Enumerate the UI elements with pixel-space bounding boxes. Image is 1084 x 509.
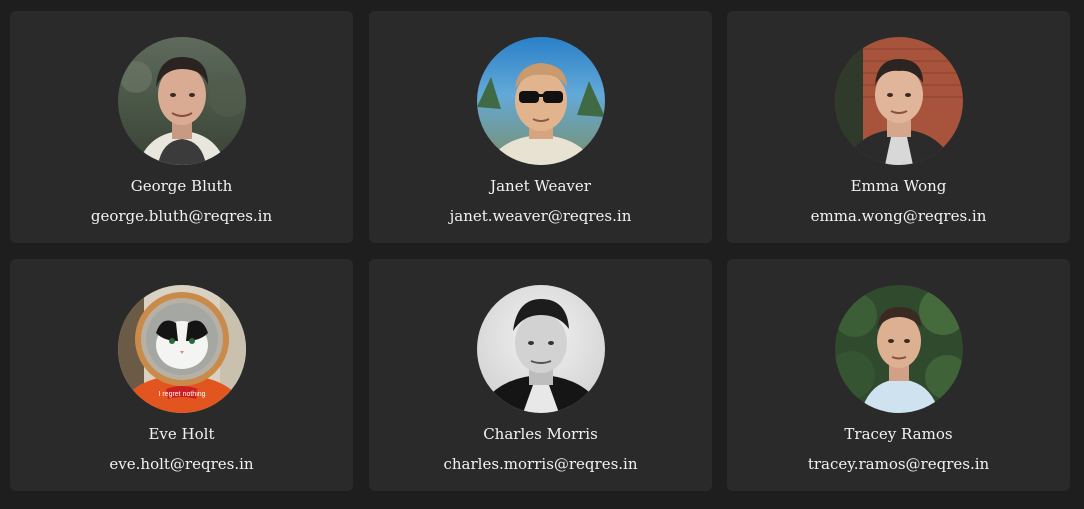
avatar — [117, 37, 246, 165]
user-card[interactable]: Emma Wong emma.wong@reqres.in — [727, 11, 1070, 243]
user-email[interactable]: george.bluth@reqres.in — [91, 207, 272, 225]
avatar — [476, 285, 605, 413]
user-email[interactable]: charles.morris@reqres.in — [443, 455, 637, 473]
user-card[interactable]: Tracey Ramos tracey.ramos@reqres.in — [727, 259, 1070, 491]
user-name: Eve Holt — [148, 425, 215, 443]
user-email[interactable]: emma.wong@reqres.in — [811, 207, 987, 225]
user-name: Charles Morris — [483, 425, 598, 443]
avatar — [834, 37, 963, 165]
svg-text:I regret nothing: I regret nothing — [158, 391, 205, 398]
user-card[interactable]: George Bluth george.bluth@reqres.in — [10, 11, 353, 243]
user-name: Janet Weaver — [490, 177, 591, 195]
user-card[interactable]: I regret nothing Eve Holt eve.holt@reqre… — [10, 259, 353, 491]
user-name: Emma Wong — [850, 177, 947, 195]
user-email[interactable]: eve.holt@reqres.in — [109, 455, 253, 473]
avatar: I regret nothing — [117, 285, 246, 413]
user-card[interactable]: Charles Morris charles.morris@reqres.in — [369, 259, 712, 491]
user-card[interactable]: Janet Weaver janet.weaver@reqres.in — [369, 11, 712, 243]
user-email[interactable]: janet.weaver@reqres.in — [450, 207, 632, 225]
user-card-grid: George Bluth george.bluth@reqres.in Jane… — [0, 0, 1084, 509]
user-name: Tracey Ramos — [844, 425, 953, 443]
avatar — [834, 285, 963, 413]
user-name: George Bluth — [130, 177, 233, 195]
avatar — [476, 37, 605, 165]
user-email[interactable]: tracey.ramos@reqres.in — [808, 455, 989, 473]
